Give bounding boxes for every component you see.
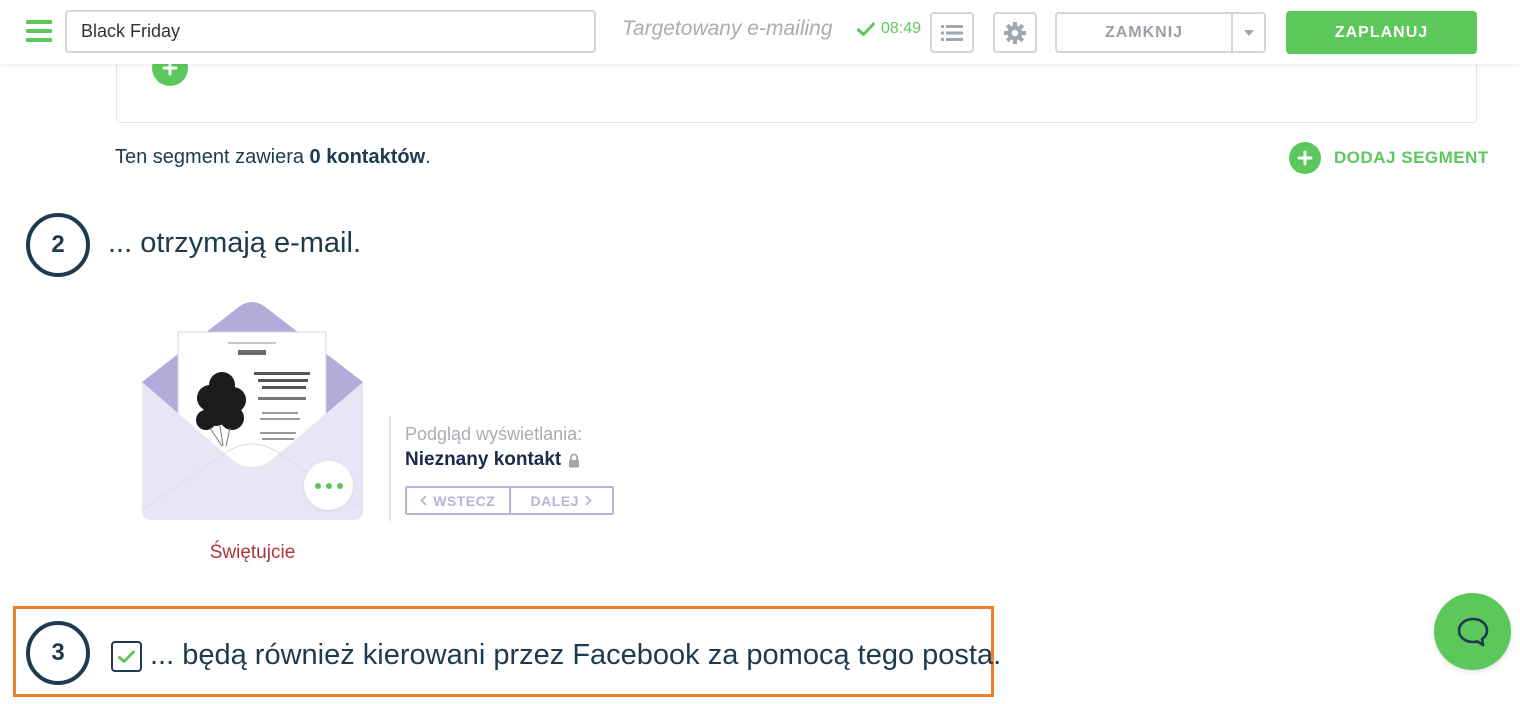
step-3-number: 3 [26,621,90,685]
caret-down-icon [1243,29,1254,36]
chat-button[interactable] [1434,593,1511,670]
schedule-button[interactable]: ZAPLANUJ [1286,11,1477,54]
preview-prev-button[interactable]: WSTECZ [407,488,509,513]
email-name-link[interactable]: Świętujcie [140,542,365,564]
step-2-title: ... otrzymają e-mail. [108,227,361,259]
facebook-targeting-checkbox[interactable] [111,641,142,672]
list-view-button[interactable] [930,12,974,53]
preview-contact-name: Nieznany kontakt [405,449,562,470]
hamburger-menu-icon[interactable] [26,20,52,42]
close-split-button: ZAMKNIJ [1055,12,1266,53]
close-dropdown-toggle[interactable] [1233,14,1264,51]
checkmark-icon [118,650,135,663]
lock-icon [569,453,580,467]
preview-divider [389,416,391,521]
list-icon [941,24,963,41]
add-segment-label: DODAJ SEGMENT [1334,148,1489,167]
add-segment-circle [1289,142,1321,174]
gear-icon [1004,21,1026,44]
top-bar: Targetowany e-mailing 08:49 [0,0,1520,64]
plus-icon [1297,150,1313,166]
settings-button[interactable] [993,12,1037,53]
save-time: 08:49 [881,20,922,37]
segment-contact-count: Ten segment zawiera 0 kontaktów. [115,146,431,168]
segment-count-value: 0 kontaktów [309,146,426,168]
chevron-left-icon [420,495,427,506]
checkmark-icon [857,22,875,36]
close-button[interactable]: ZAMKNIJ [1057,14,1233,51]
step-3-title: ... będą również kierowani przez Faceboo… [150,639,1002,671]
preview-navigation: WSTECZ DALEJ [405,486,614,515]
chat-bubble-icon [1457,617,1488,646]
preview-contact: Nieznany kontakt [405,449,580,471]
step-2-number: 2 [26,213,90,277]
campaign-type-label: Targetowany e-mailing [622,17,833,40]
preview-next-button[interactable]: DALEJ [508,488,613,513]
email-more-options-button[interactable] [304,461,353,510]
preview-label: Podgląd wyświetlania: [405,424,583,444]
campaign-name-input[interactable] [65,10,596,53]
add-segment-button[interactable]: DODAJ SEGMENT [1289,142,1489,174]
save-status: 08:49 [857,20,921,38]
chevron-right-icon [585,495,592,506]
